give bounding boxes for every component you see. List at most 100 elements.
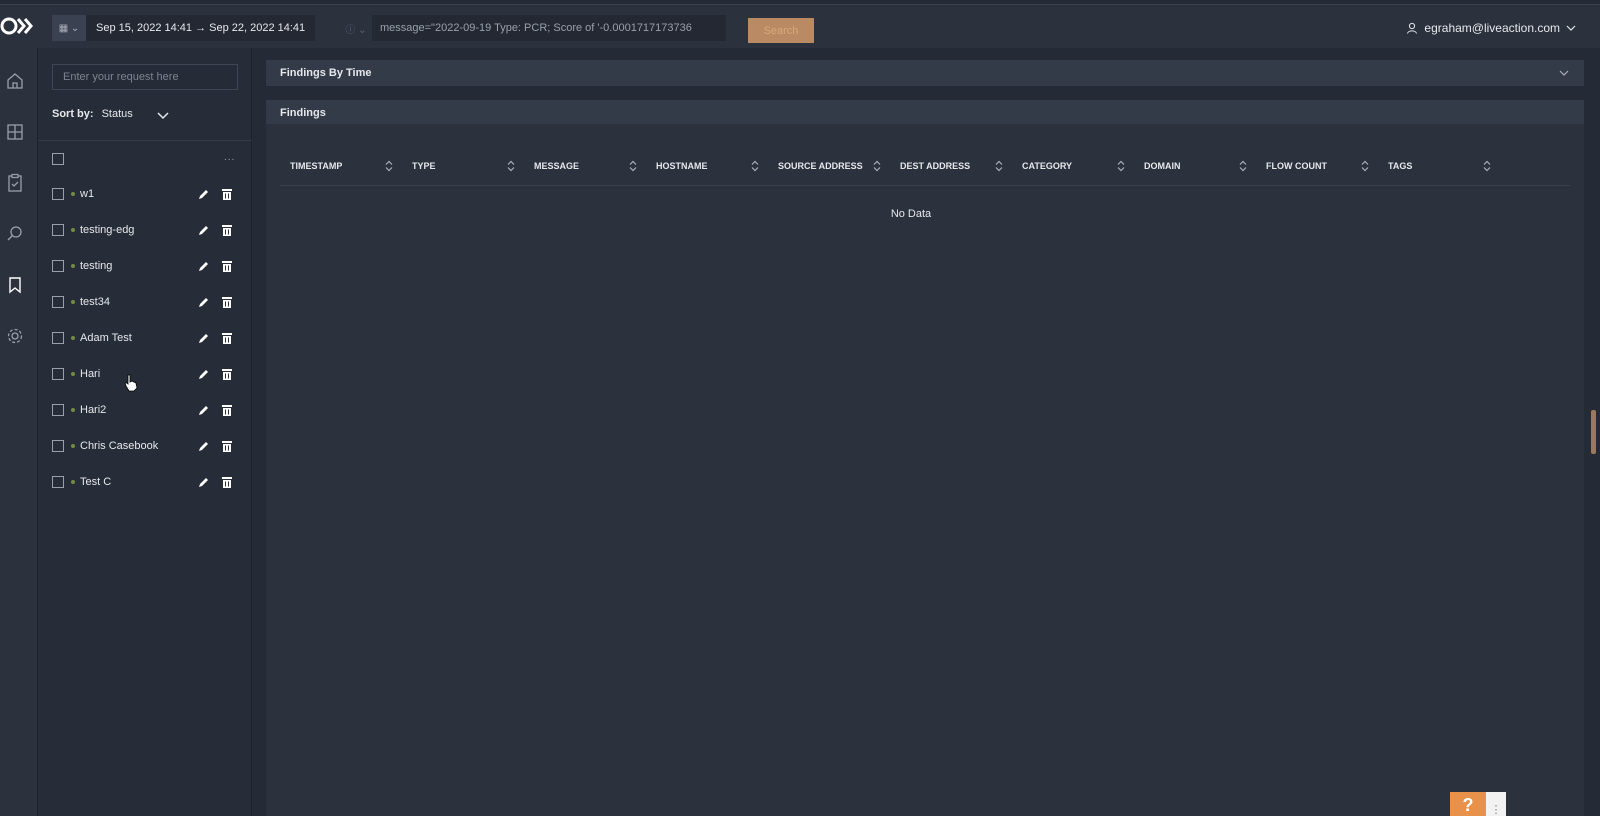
item-label[interactable]: Hari <box>80 368 100 380</box>
item-checkbox[interactable] <box>52 296 64 308</box>
item-checkbox[interactable] <box>52 224 64 236</box>
trash-icon[interactable] <box>222 224 232 236</box>
item-label[interactable]: testing-edg <box>80 224 134 236</box>
list-item[interactable]: Hari2 <box>38 392 252 428</box>
request-input[interactable]: Enter your request here <box>52 64 238 90</box>
status-dot <box>71 300 75 304</box>
item-label[interactable]: test34 <box>80 296 110 308</box>
chevron-down-icon[interactable] <box>1558 67 1570 79</box>
column-header[interactable]: TIMESTAMP <box>290 146 342 186</box>
dashboard-icon[interactable] <box>4 121 26 143</box>
more-options-icon[interactable]: ... <box>224 152 235 163</box>
sort-icon[interactable] <box>1360 160 1370 172</box>
sort-by-control[interactable]: Sort by: Status <box>52 108 133 120</box>
sort-icon[interactable] <box>384 160 394 172</box>
trash-icon[interactable] <box>222 476 232 488</box>
search-button[interactable]: Search <box>748 18 814 43</box>
column-header[interactable]: TAGS <box>1388 146 1412 186</box>
item-checkbox[interactable] <box>52 188 64 200</box>
column-header[interactable]: DEST ADDRESS <box>900 146 970 186</box>
list-item[interactable]: Adam Test <box>38 320 252 356</box>
sort-by-value[interactable]: Status <box>102 108 133 120</box>
chevron-down-icon <box>1566 25 1576 31</box>
trash-icon[interactable] <box>222 332 232 344</box>
gear-icon[interactable] <box>4 325 26 347</box>
item-checkbox[interactable] <box>52 260 64 272</box>
status-dot <box>71 372 75 376</box>
saved-request-list: w1 testing-edg testing test34 Adam Test Hari H… <box>38 176 252 500</box>
edit-icon[interactable] <box>198 188 210 200</box>
item-checkbox[interactable] <box>52 368 64 380</box>
list-item[interactable]: Test C <box>38 464 252 500</box>
trash-icon[interactable] <box>222 296 232 308</box>
sort-icon[interactable] <box>872 160 882 172</box>
item-label[interactable]: Test C <box>80 476 111 488</box>
item-checkbox[interactable] <box>52 476 64 488</box>
trash-icon[interactable] <box>222 440 232 452</box>
sort-icon[interactable] <box>750 160 760 172</box>
sort-icon[interactable] <box>1116 160 1126 172</box>
list-item[interactable]: Hari <box>38 356 252 392</box>
sort-icon[interactable] <box>1238 160 1248 172</box>
findings-by-time-header[interactable]: Findings By Time <box>266 60 1584 86</box>
trash-icon[interactable] <box>222 404 232 416</box>
help-more-icon[interactable]: ⋮ <box>1486 792 1506 816</box>
edit-icon[interactable] <box>198 476 210 488</box>
edit-icon[interactable] <box>198 332 210 344</box>
chevron-down-icon[interactable] <box>156 108 170 122</box>
status-dot <box>71 444 75 448</box>
help-button[interactable]: ? <box>1450 792 1486 816</box>
item-checkbox[interactable] <box>52 332 64 344</box>
item-checkbox[interactable] <box>52 440 64 452</box>
list-item[interactable]: w1 <box>38 176 252 212</box>
query-options-icon[interactable]: ⓘ ⌄ <box>340 15 372 41</box>
item-label[interactable]: Hari2 <box>80 404 106 416</box>
edit-icon[interactable] <box>198 224 210 236</box>
query-input[interactable]: message="2022-09-19 Type: PCR; Score of … <box>372 15 726 41</box>
edit-icon[interactable] <box>198 440 210 452</box>
edit-icon[interactable] <box>198 296 210 308</box>
trash-icon[interactable] <box>222 368 232 380</box>
date-range-value[interactable]: Sep 15, 2022 14:41 → Sep 22, 2022 14:41 <box>86 15 316 41</box>
select-all-checkbox[interactable] <box>52 153 64 165</box>
user-menu[interactable]: egraham@liveaction.com <box>1406 21 1576 35</box>
column-header[interactable]: HOSTNAME <box>656 146 708 186</box>
list-item[interactable]: testing <box>38 248 252 284</box>
sort-icon[interactable] <box>506 160 516 172</box>
clipboard-check-icon[interactable] <box>4 172 26 194</box>
column-header[interactable]: DOMAIN <box>1144 146 1181 186</box>
column-header[interactable]: MESSAGE <box>534 146 579 186</box>
edit-icon[interactable] <box>198 368 210 380</box>
trash-icon[interactable] <box>222 188 232 200</box>
sort-icon[interactable] <box>994 160 1004 172</box>
search-icon[interactable] <box>4 223 26 245</box>
liveaction-logo[interactable] <box>0 15 34 37</box>
column-header[interactable]: FLOW COUNT <box>1266 146 1327 186</box>
bookmark-icon[interactable] <box>4 274 26 296</box>
sort-icon[interactable] <box>628 160 638 172</box>
user-icon <box>1407 22 1418 34</box>
edit-icon[interactable] <box>198 260 210 272</box>
trash-icon[interactable] <box>222 260 232 272</box>
item-label[interactable]: w1 <box>80 188 94 200</box>
scrollbar-thumb[interactable] <box>1591 410 1596 454</box>
home-icon[interactable] <box>4 70 26 92</box>
column-header[interactable]: TYPE <box>412 146 436 186</box>
edit-icon[interactable] <box>198 404 210 416</box>
column-header[interactable]: SOURCE ADDRESS <box>778 146 863 186</box>
item-label[interactable]: Adam Test <box>80 332 132 344</box>
query-bar[interactable]: ⓘ ⌄ message="2022-09-19 Type: PCR; Score… <box>340 15 726 41</box>
column-header[interactable]: CATEGORY <box>1022 146 1072 186</box>
list-item[interactable]: Chris Casebook <box>38 428 252 464</box>
item-checkbox[interactable] <box>52 404 64 416</box>
sort-icon[interactable] <box>1482 160 1492 172</box>
app-window: ▦ ⌄ Sep 15, 2022 14:41 → Sep 22, 2022 14… <box>0 0 1600 816</box>
item-label[interactable]: Chris Casebook <box>80 440 158 452</box>
list-item[interactable]: testing-edg <box>38 212 252 248</box>
date-range-picker[interactable]: ▦ ⌄ Sep 15, 2022 14:41 → Sep 22, 2022 14… <box>52 15 316 41</box>
list-item[interactable]: test34 <box>38 284 252 320</box>
findings-table-header: TIMESTAMP TYPE MESSAGE HOSTNAME SOURCE ADDRE… <box>280 146 1570 186</box>
item-label[interactable]: testing <box>80 260 112 272</box>
calendar-icon[interactable]: ▦ ⌄ <box>52 15 86 41</box>
findings-by-time-title: Findings By Time <box>280 67 372 79</box>
